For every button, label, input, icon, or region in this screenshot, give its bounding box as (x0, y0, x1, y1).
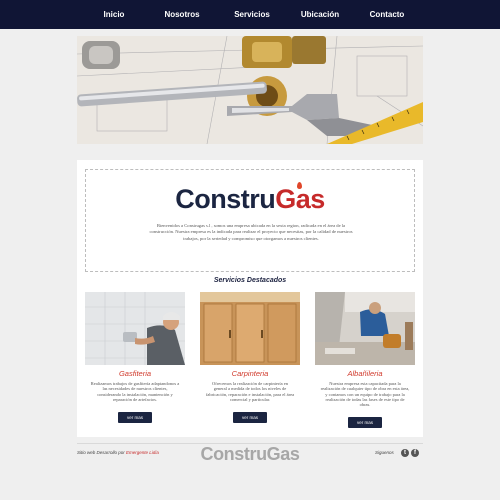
intro-box: ConstruGas Bienvenidos a Construgas s.l … (85, 169, 415, 272)
nav-item-nosotros[interactable]: Nosotros (160, 0, 204, 29)
card-title: Carpinteria (231, 369, 269, 378)
facebook-icon[interactable]: f (411, 449, 419, 457)
albanileria-photo (315, 292, 415, 365)
section-title: Servicios Destacados (213, 277, 287, 284)
carpinteria-photo (200, 292, 300, 365)
logo-text-gas: Gas (275, 182, 325, 214)
nav-item-ubicacion[interactable]: Ubicación (298, 0, 342, 29)
ver-mas-button-gasfiteria[interactable]: ver mas (118, 412, 152, 423)
footer-credit-prefix: Sitio web Desarrollo por (77, 450, 125, 455)
card-text: Ofrecemos la realización de carpintería … (205, 381, 295, 402)
nav-item-contacto[interactable]: Contacto (366, 0, 408, 29)
top-navigation: Inicio Nosotros Servicios Ubicación Cont… (0, 0, 500, 29)
ver-mas-button-carpinteria[interactable]: ver mas (233, 412, 267, 423)
service-card-albanileria: Albañileria Nuestra empresa esta capacit… (315, 292, 415, 407)
intro-text: Bienvenidos a Construgas s.l , somos una… (149, 223, 353, 241)
footer-credit: Sitio web Desarrollo por Emergente Lidia (77, 450, 159, 455)
main-content-panel: ConstruGas Bienvenidos a Construgas s.l … (77, 160, 423, 437)
card-text: Realizamos trabajos de gasfitería adapta… (90, 381, 180, 402)
service-card-carpinteria: Carpinteria Ofrecemos la realización de … (200, 292, 300, 402)
footer-logo: ConstruGas (200, 444, 300, 464)
hero-banner-image (77, 36, 423, 144)
card-text: Nuestra empresa esta capacitada para la … (320, 381, 410, 408)
footer-credit-author[interactable]: Emergente Lidia (126, 450, 159, 455)
gasfiteria-photo (85, 292, 185, 365)
card-title: Gasfiteria (118, 369, 152, 378)
construgas-logo: ConstruGas (86, 182, 414, 215)
twitter-icon[interactable]: t (401, 449, 409, 457)
nav-item-inicio[interactable]: Inicio (97, 0, 131, 29)
nav-item-servicios[interactable]: Servicios (231, 0, 273, 29)
logo-text-constru: Constru (175, 184, 276, 214)
card-title: Albañileria (347, 369, 383, 378)
flame-icon (296, 182, 302, 189)
service-card-gasfiteria: Gasfiteria Realizamos trabajos de gasfit… (85, 292, 185, 402)
ver-mas-button-albanileria[interactable]: ver mas (348, 417, 382, 428)
footer-follow-label: Siguenos (375, 450, 394, 455)
